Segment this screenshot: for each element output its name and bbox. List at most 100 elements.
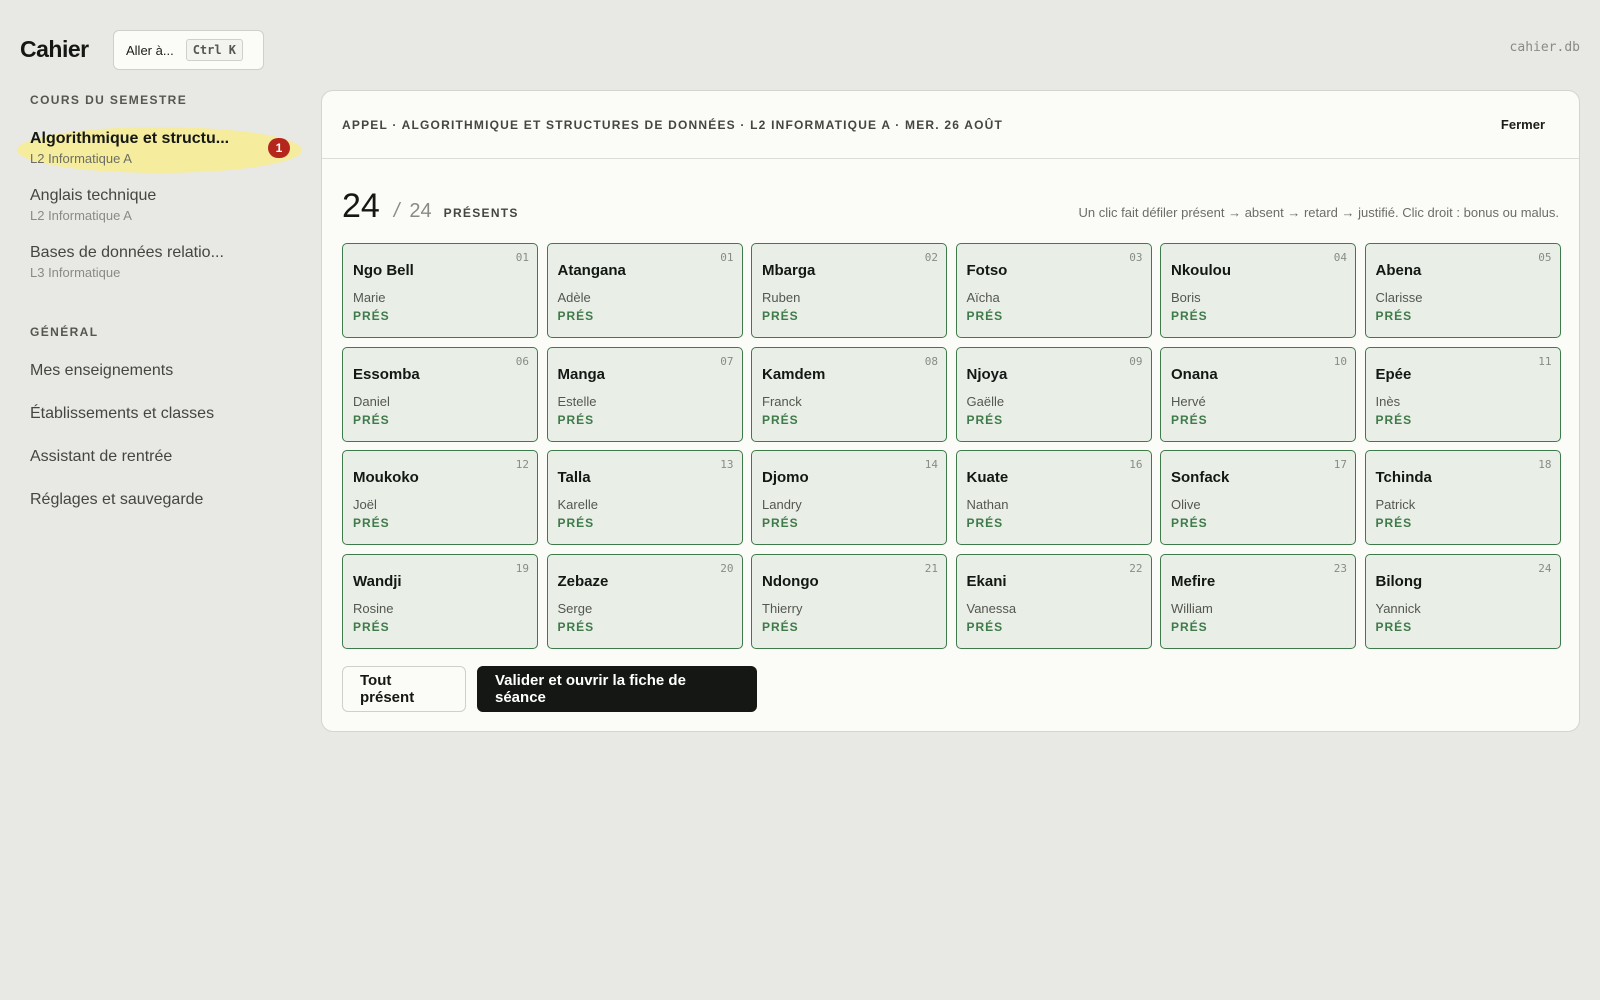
student-number: 10 (1333, 354, 1347, 368)
attendance-status: PRÉS (557, 619, 595, 634)
validate-session-button[interactable]: Valider et ouvrir la fiche de séance (477, 666, 757, 712)
student-number: 03 (1129, 251, 1143, 264)
student-card[interactable]: 12 Moukoko Joël PRÉS (342, 450, 538, 545)
sidebar-item-mes-enseignements[interactable]: Mes enseignements (30, 362, 173, 380)
sidebar-item-etablissements[interactable]: Établissements et classes (30, 405, 214, 423)
goto-search-button[interactable]: Aller à... Ctrl K (113, 30, 264, 70)
present-label: PRÉSENTS (443, 206, 519, 220)
attendance-status: PRÉS (1375, 516, 1413, 530)
student-last-name: Tchinda (1375, 469, 1432, 486)
attendance-status: PRÉS (353, 309, 390, 323)
student-last-name: Sonfack (1171, 469, 1230, 486)
goto-label: Aller à... (126, 42, 174, 58)
attendance-status: PRÉS (1375, 412, 1413, 427)
student-card[interactable]: 23 Mefire William PRÉS (1160, 553, 1356, 649)
total-count: 24 (409, 200, 432, 222)
attendance-status: PRÉS (966, 412, 1004, 427)
student-first-name: Boris (1171, 290, 1201, 305)
student-last-name: Njoya (966, 365, 1008, 383)
student-last-name: Ndongo (762, 572, 819, 590)
student-number: 19 (515, 561, 529, 575)
course-name: Anglais technique (30, 187, 157, 204)
student-card[interactable]: 16 Kuate Nathan PRÉS (955, 450, 1152, 545)
student-card[interactable]: 07 Manga Estelle PRÉS (546, 346, 743, 442)
course-class: L2 Informatique A (30, 208, 132, 223)
student-card[interactable]: 01 Ngo Bell Marie PRÉS (342, 243, 538, 338)
student-last-name: Abena (1375, 262, 1422, 279)
student-card[interactable]: 17 Sonfack Olive PRÉS (1160, 450, 1356, 545)
course-class: L2 Informatique A (30, 151, 132, 166)
all-present-button[interactable]: Tout présent (342, 666, 466, 712)
sidebar-course-bases-de-donnees[interactable]: Bases de données relatio... L3 Informati… (30, 244, 300, 280)
student-first-name: Olive (1171, 497, 1201, 512)
sidebar-course-anglais[interactable]: Anglais technique L2 Informatique A (30, 187, 300, 223)
student-card[interactable]: 04 Nkoulou Boris PRÉS (1160, 243, 1356, 338)
close-button[interactable]: Fermer (1501, 117, 1545, 132)
present-count: 24 (342, 187, 380, 225)
student-last-name: Zebaze (557, 572, 609, 590)
student-first-name: Thierry (762, 600, 803, 616)
student-last-name: Atangana (557, 262, 626, 279)
student-number: 22 (1129, 561, 1143, 575)
attendance-status: PRÉS (1171, 309, 1208, 323)
student-first-name: Aïcha (966, 290, 1000, 305)
student-card[interactable]: 13 Talla Karelle PRÉS (546, 450, 743, 545)
student-number: 14 (924, 458, 938, 471)
attendance-status: PRÉS (762, 309, 799, 323)
student-number: 17 (1333, 458, 1347, 471)
attendance-status: PRÉS (966, 516, 1004, 530)
student-last-name: Talla (557, 469, 591, 486)
student-card[interactable]: 20 Zebaze Serge PRÉS (546, 553, 743, 649)
app-brand: Cahier (20, 36, 89, 62)
student-first-name: Inès (1375, 393, 1401, 409)
student-card[interactable]: 19 Wandji Rosine PRÉS (342, 553, 538, 649)
student-first-name: Hervé (1171, 393, 1206, 409)
student-last-name: Kuate (966, 469, 1009, 486)
goto-shortcut: Ctrl K (185, 39, 244, 61)
student-number: 08 (924, 354, 938, 368)
student-first-name: Marie (353, 290, 386, 305)
student-first-name: Daniel (353, 393, 390, 409)
student-first-name: Ruben (762, 290, 801, 305)
attendance-status: PRÉS (353, 412, 390, 427)
student-card[interactable]: 06 Essomba Daniel PRÉS (342, 346, 538, 442)
panel-header: APPEL · ALGORITHMIQUE ET STRUCTURES DE D… (322, 91, 1579, 159)
attendance-status: PRÉS (1375, 619, 1413, 634)
course-name: Algorithmique et structu... (30, 130, 230, 147)
usage-hint: Un clic fait défiler présent → absent → … (1078, 205, 1559, 220)
student-number: 05 (1538, 251, 1552, 264)
student-number: 20 (720, 561, 734, 575)
student-first-name: William (1171, 600, 1213, 616)
student-number: 06 (515, 354, 529, 368)
sidebar-course-algorithmique[interactable]: Algorithmique et structu... L2 Informati… (30, 130, 300, 166)
student-number: 07 (720, 354, 734, 368)
student-card[interactable]: 02 Mbarga Ruben PRÉS (751, 243, 947, 338)
student-card[interactable]: 05 Abena Clarisse PRÉS (1364, 243, 1561, 338)
student-card[interactable]: 14 Djomo Landry PRÉS (751, 450, 947, 545)
student-number: 13 (720, 458, 734, 471)
student-first-name: Franck (762, 393, 802, 409)
student-card[interactable]: 10 Onana Hervé PRÉS (1160, 346, 1356, 442)
student-number: 02 (924, 251, 938, 264)
student-card[interactable]: 18 Tchinda Patrick PRÉS (1364, 450, 1561, 545)
student-first-name: Landry (762, 497, 802, 512)
student-card[interactable]: 24 Bilong Yannick PRÉS (1364, 553, 1561, 649)
student-last-name: Bilong (1375, 572, 1423, 590)
student-card[interactable]: 09 Njoya Gaëlle PRÉS (955, 346, 1152, 442)
attendance-status: PRÉS (966, 309, 1004, 323)
student-card[interactable]: 11 Epée Inès PRÉS (1364, 346, 1561, 442)
student-card[interactable]: 21 Ndongo Thierry PRÉS (751, 553, 947, 649)
student-number: 18 (1538, 458, 1552, 471)
student-card[interactable]: 01 Atangana Adèle PRÉS (546, 243, 743, 338)
student-card[interactable]: 03 Fotso Aïcha PRÉS (955, 243, 1152, 338)
student-card[interactable]: 22 Ekani Vanessa PRÉS (955, 553, 1152, 649)
student-last-name: Ekani (966, 572, 1007, 590)
student-number: 04 (1333, 251, 1347, 264)
sidebar-item-assistant-rentree[interactable]: Assistant de rentrée (30, 448, 172, 466)
student-last-name: Moukoko (353, 469, 419, 486)
student-card[interactable]: 08 Kamdem Franck PRÉS (751, 346, 947, 442)
sidebar-item-reglages[interactable]: Réglages et sauvegarde (30, 491, 203, 509)
attendance-status: PRÉS (1171, 619, 1208, 634)
student-number: 01 (515, 251, 529, 264)
attendance-status: PRÉS (353, 619, 390, 634)
